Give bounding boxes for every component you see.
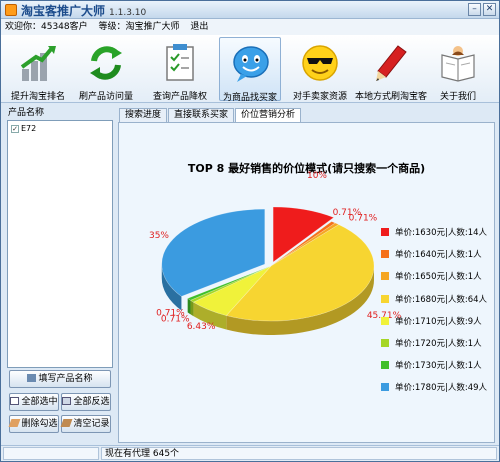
price-analysis-view: TOP 8 最好销售的价位模式(请只搜索一个商品) 10%0.71%0.71%4… [118,122,495,443]
broom-icon [61,419,73,427]
legend-label: 单价:1680元|人数:64人 [395,294,488,305]
legend-item: 单价:1650元|人数:1人 [381,265,487,287]
legend-item: 单价:1630元|人数:14人 [381,221,487,243]
main-toolbar: 提升淘宝排名 刷产品访问量 查询产品降权 为商品找买家 对手卖家资源 本地方式刷… [1,35,499,103]
legend-item: 单价:1710元|人数:9人 [381,310,487,332]
toolbar-label: 本地方式刷淘宝客 [355,92,428,102]
toolbar-label: 对手卖家资源 [292,92,347,102]
pen-icon [376,45,407,81]
toolbar-button-demotion[interactable]: 查询产品降权 [149,37,211,102]
checkbox[interactable]: ✓ [11,124,19,133]
toolbar-label: 提升淘宝排名 [10,92,65,102]
logout-link[interactable]: 退出 [190,22,208,32]
pie-percent-label: 6.43% [187,322,216,332]
legend-item: 单价:1730元|人数:1人 [381,354,487,376]
chart-legend: 单价:1630元|人数:14人 单价:1640元|人数:1人 单价:1650元|人数… [381,221,487,399]
legend-item: 单价:1640元|人数:1人 [381,243,487,265]
toolbar-label: 为商品找买家 [222,93,277,103]
title-bar: 淘宝客推广大师 1.1.3.10 – ✕ [1,1,499,19]
level-text: 等级：淘宝推广大师 [98,22,180,32]
legend-swatch [381,383,389,392]
legend-swatch [381,294,389,303]
pie-percent-label: 0.71% [161,314,190,324]
eraser-icon [9,419,21,427]
list-item[interactable]: ✓ E72 [11,124,36,133]
toolbar-label: 查询产品降权 [152,92,207,102]
legend-item: 单价:1780元|人数:49人 [381,376,487,398]
app-logo-icon [5,4,17,16]
toolbar-button-visits[interactable]: 刷产品访问量 [75,37,137,102]
product-list[interactable]: ✓ E72 [7,120,113,368]
legend-swatch [381,361,389,370]
button-label: 删除勾选 [21,419,58,429]
recycle-arrows-icon [90,46,122,80]
status-bar: 现在有代理 645个 [1,445,499,461]
legend-label: 单价:1780元|人数:49人 [395,383,488,394]
invert-icon [62,397,72,405]
legend-label: 单价:1710元|人数:9人 [395,316,482,327]
toolbar-button-rank[interactable]: 提升淘宝排名 [7,37,69,102]
toolbar-button-local-mode[interactable]: 本地方式刷淘宝客 [355,37,427,102]
legend-swatch [381,228,389,237]
select-all-icon [10,397,20,405]
toolbar-label: 关于我们 [439,92,476,102]
pie-percent-label: 10% [307,171,327,181]
fill-product-name-button[interactable]: 填写产品名称 [9,370,111,388]
toolbar-button-about[interactable]: 关于我们 [427,37,489,102]
legend-label: 单价:1630元|人数:14人 [395,228,488,239]
button-label: 全部反选 [73,397,110,407]
pie-percent-label: 0.71% [349,214,378,224]
close-button[interactable]: ✕ [483,3,496,16]
legend-label: 单价:1650元|人数:1人 [395,272,482,283]
legend-swatch [381,250,389,259]
status-segment-empty [3,447,99,460]
chat-bubble-face-icon [233,46,269,82]
window-title: 淘宝客推广大师 1.1.3.10 [21,2,146,19]
tab-contact-buyers[interactable]: 直接联系买家 [168,108,235,122]
clear-records-button[interactable]: 清空记录 [61,415,111,433]
button-label: 全部选中 [21,397,58,407]
sunglasses-face-icon [302,45,338,81]
button-label: 填写产品名称 [38,374,93,384]
welcome-text: 欢迎你：45348客户 [5,22,88,32]
select-all-button[interactable]: 全部选中 [9,393,59,411]
pie-slice-side [190,300,194,317]
button-label: 清空记录 [73,419,110,429]
proxy-status: 现在有代理 645个 [101,447,497,460]
legend-label: 单价:1640元|人数:1人 [395,250,482,261]
legend-label: 单价:1720元|人数:1人 [395,339,482,350]
edit-icon [27,374,37,382]
info-bar: 欢迎你：45348客户 等级：淘宝推广大师 退出 [1,19,499,35]
tab-strip: 搜索进度 直接联系买家 价位营销分析 [119,108,302,123]
delete-checked-button[interactable]: 删除勾选 [9,415,59,433]
product-list-header: 产品名称 [8,108,45,118]
minimize-button[interactable]: – [468,3,481,16]
toolbar-button-rivals[interactable]: 对手卖家资源 [289,37,351,102]
toolbar-label: 刷产品访问量 [78,92,133,102]
checklist-icon [166,44,194,81]
toolbar-button-find-buyers[interactable]: 为商品找买家 [219,37,281,103]
legend-item: 单价:1720元|人数:1人 [381,332,487,354]
tab-price-analysis[interactable]: 价位营销分析 [235,108,302,123]
pie-slice-side [187,298,191,315]
app-window: 淘宝客推广大师 1.1.3.10 – ✕ 欢迎你：45348客户 等级：淘宝推广大… [0,0,500,462]
legend-swatch [381,316,389,325]
product-panel: 产品名称 ✓ E72 填写产品名称 全部选中 全部反选 删除勾选 清空记录 [7,108,113,443]
legend-swatch [381,272,389,281]
tab-search-progress[interactable]: 搜索进度 [119,108,168,122]
window-title-text: 淘宝客推广大师 [21,4,106,18]
legend-swatch [381,339,389,348]
bar-chart-icon [20,46,56,81]
invert-selection-button[interactable]: 全部反选 [61,393,111,411]
legend-item: 单价:1680元|人数:64人 [381,288,487,310]
version-text: 1.1.3.10 [109,8,147,18]
pie-percent-label: 35% [149,231,169,241]
list-item-label: E72 [21,124,37,133]
book-reader-icon [441,46,475,82]
main-panel: 搜索进度 直接联系买家 价位营销分析 TOP 8 最好销售的价位模式(请只搜索一… [116,108,496,443]
legend-label: 单价:1730元|人数:1人 [395,361,482,372]
